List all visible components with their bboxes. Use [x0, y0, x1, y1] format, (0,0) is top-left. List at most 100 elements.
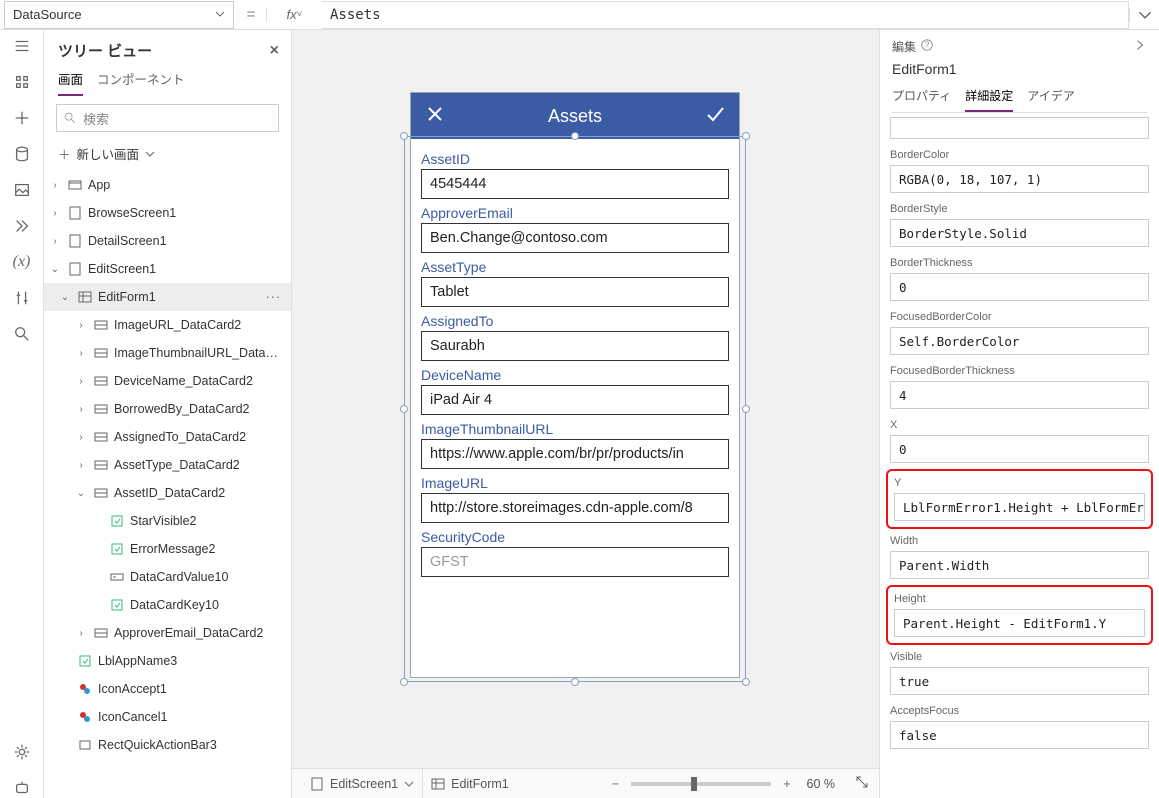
tree-view-panel: ツリー ビュー × 画面 コンポーネント 検索 ＋新しい画面 ›App ›Bro… [44, 30, 292, 798]
tree-node-control[interactable]: ErrorMessage2 [44, 535, 291, 563]
zoom-value: 60 % [797, 777, 846, 791]
prop-value-input[interactable]: 0 [890, 273, 1149, 301]
tree-node-editscreen[interactable]: ⌄EditScreen1 [44, 255, 291, 283]
resize-handle[interactable] [400, 405, 408, 413]
help-icon[interactable]: ? [920, 38, 934, 55]
resize-handle[interactable] [742, 678, 750, 686]
prop-value-input[interactable]: 4 [890, 381, 1149, 409]
tree-node-datacard[interactable]: ⌄AssetID_DataCard2 [44, 479, 291, 507]
tree-node-browsescreen[interactable]: ›BrowseScreen1 [44, 199, 291, 227]
prop-value-input[interactable]: RGBA(0, 18, 107, 1) [890, 165, 1149, 193]
prop-value-input[interactable]: BorderStyle.Solid [890, 219, 1149, 247]
prop-label: FocusedBorderColor [890, 311, 1149, 323]
prop-empty-row[interactable] [890, 117, 1149, 139]
prop-value-input[interactable]: false [890, 721, 1149, 749]
tree-search-input[interactable]: 検索 [56, 104, 279, 132]
resize-handle[interactable] [400, 132, 408, 140]
prop-value-input[interactable]: Parent.Height - EditForm1.Y [894, 609, 1145, 637]
tree-node-control[interactable]: LblAppName3 [44, 647, 291, 675]
tab-ideas[interactable]: アイデア [1027, 87, 1074, 112]
prop-label: FocusedBorderThickness [890, 365, 1149, 377]
app-title: Assets [445, 106, 705, 127]
tree-node-app[interactable]: ›App [44, 171, 291, 199]
prop-value-input[interactable]: Parent.Width [890, 551, 1149, 579]
fit-screen-button[interactable] [845, 775, 879, 792]
edit-label: 編集 [892, 38, 916, 55]
prop-label: BorderStyle [890, 203, 1149, 215]
tab-screens[interactable]: 画面 [58, 69, 83, 96]
accept-icon[interactable] [705, 104, 725, 129]
resize-handle[interactable] [742, 132, 750, 140]
prop-value-input[interactable]: true [890, 667, 1149, 695]
resize-handle[interactable] [571, 678, 579, 686]
variables-icon[interactable]: (x) [12, 252, 32, 272]
advanced-tools-icon[interactable] [12, 288, 32, 308]
zoom-slider[interactable] [631, 782, 771, 786]
tree-node-control[interactable]: RectQuickActionBar3 [44, 731, 291, 759]
prop-value-input[interactable]: 0 [890, 435, 1149, 463]
tree-node-datacard[interactable]: ›ApproverEmail_DataCard2 [44, 619, 291, 647]
prop-label: Width [890, 535, 1149, 547]
selection-outline [404, 136, 746, 682]
resize-handle[interactable] [400, 678, 408, 686]
resize-handle[interactable] [742, 405, 750, 413]
close-panel-icon[interactable]: × [270, 42, 279, 60]
prop-label: BorderColor [890, 149, 1149, 161]
virtual-agent-icon[interactable] [12, 778, 32, 798]
prop-label: Visible [890, 651, 1149, 663]
svg-text:?: ? [925, 41, 930, 50]
footer-screen-selector[interactable]: EditScreen1 [302, 769, 423, 798]
tree-search-placeholder: 検索 [83, 109, 109, 128]
media-icon[interactable] [12, 180, 32, 200]
prop-value-input[interactable]: LblFormError1.Height + LblFormError1.Y [894, 493, 1145, 521]
tab-properties[interactable]: プロパティ [892, 87, 951, 112]
chevron-right-icon[interactable] [1133, 38, 1147, 55]
tree-node-detailscreen[interactable]: ›DetailScreen1 [44, 227, 291, 255]
resize-handle[interactable] [571, 132, 579, 140]
tree-title: ツリー ビュー [58, 40, 152, 61]
property-selector-label: DataSource [13, 7, 82, 22]
tree-node-control[interactable]: DataCardValue10 [44, 563, 291, 591]
prop-label: X [890, 419, 1149, 431]
footer-form-selector[interactable]: EditForm1 [423, 769, 517, 798]
data-icon[interactable] [12, 144, 32, 164]
settings-icon[interactable] [12, 742, 32, 762]
prop-value-input[interactable]: Self.BorderColor [890, 327, 1149, 355]
tree-node-control[interactable]: StarVisible2 [44, 507, 291, 535]
search-icon [63, 111, 77, 125]
zoom-out-button[interactable]: − [606, 777, 625, 791]
prop-label: AcceptsFocus [890, 705, 1149, 717]
formula-input[interactable]: Assets [322, 1, 1129, 29]
tree-node-editform[interactable]: ⌄EditForm1··· [44, 283, 291, 311]
tree-node-datacard[interactable]: ›AssetType_DataCard2 [44, 451, 291, 479]
insert-icon[interactable] [12, 108, 32, 128]
selected-object-name: EditForm1 [892, 61, 1147, 77]
search-rail-icon[interactable] [12, 324, 32, 344]
tab-advanced[interactable]: 詳細設定 [965, 87, 1013, 112]
tree-node-control[interactable]: IconCancel1 [44, 703, 291, 731]
tree-node-datacard[interactable]: ›ImageURL_DataCard2 [44, 311, 291, 339]
zoom-in-button[interactable]: + [777, 777, 796, 791]
new-screen-button[interactable]: ＋新しい画面 [44, 140, 291, 171]
power-automate-icon[interactable] [12, 216, 32, 236]
expand-formula-button[interactable] [1129, 8, 1159, 22]
prop-label: BorderThickness [890, 257, 1149, 269]
tree-node-datacard[interactable]: ›ImageThumbnailURL_DataCard2 [44, 339, 291, 367]
property-selector[interactable]: DataSource [4, 1, 234, 29]
properties-panel: 編集 ? EditForm1 プロパティ 詳細設定 アイデア BorderCol… [879, 30, 1159, 798]
equals-label: = [236, 6, 266, 23]
cancel-icon[interactable] [425, 104, 445, 129]
tree-node-datacard[interactable]: ›AssignedTo_DataCard2 [44, 423, 291, 451]
node-more-icon[interactable]: ··· [266, 290, 286, 304]
hamburger-icon[interactable] [12, 36, 32, 56]
tab-components[interactable]: コンポーネント [97, 69, 185, 96]
tree-view-icon[interactable] [12, 72, 32, 92]
tree-node-datacard[interactable]: ›DeviceName_DataCard2 [44, 367, 291, 395]
tree-node-control[interactable]: IconAccept1 [44, 675, 291, 703]
fx-label: fx ˅ [266, 7, 322, 22]
tree-node-datacard[interactable]: ›BorrowedBy_DataCard2 [44, 395, 291, 423]
chevron-down-icon [215, 7, 225, 22]
prop-label: Y [894, 477, 1145, 489]
left-rail: (x) [0, 30, 44, 798]
tree-node-control[interactable]: DataCardKey10 [44, 591, 291, 619]
